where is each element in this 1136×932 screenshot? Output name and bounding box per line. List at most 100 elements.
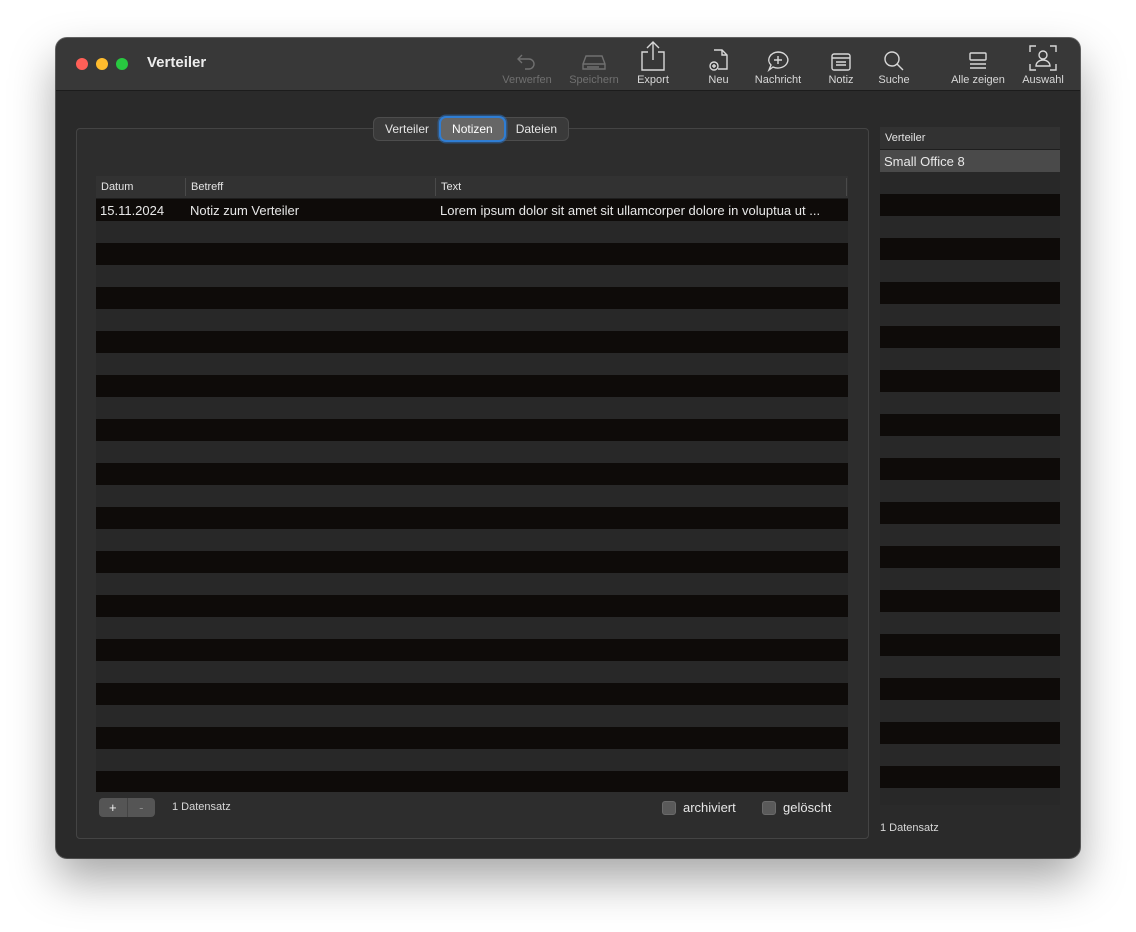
search-icon [884, 51, 904, 71]
undo-arrow-icon [517, 54, 535, 70]
empty-table-row [96, 529, 848, 551]
show-all-label: Alle zeigen [951, 74, 1005, 86]
share-icon [641, 41, 665, 71]
main-window: Verteiler Verwerfen Speichern Export Neu… [56, 38, 1080, 858]
empty-table-row [96, 617, 848, 639]
note-text-cell: Lorem ipsum dolor sit amet sit ullamcorp… [440, 203, 821, 218]
tab-verteiler[interactable]: Verteiler [374, 118, 440, 140]
column-separator[interactable] [435, 178, 436, 196]
empty-table-row [96, 353, 848, 375]
column-separator[interactable] [846, 178, 847, 196]
column-header-text[interactable]: Text [441, 181, 461, 193]
verteiler-name-cell: Small Office 8 [884, 154, 965, 169]
remove-note-button[interactable]: - [126, 798, 156, 817]
verteiler-list-body: Small Office 8 [880, 150, 1060, 805]
add-note-button[interactable]: + [99, 798, 127, 817]
empty-table-row [96, 595, 848, 617]
verteiler-list-header[interactable]: Verteiler [880, 127, 1060, 150]
empty-list-row [880, 238, 1060, 260]
column-header-subject[interactable]: Betreff [191, 181, 223, 193]
selection-button[interactable]: Auswahl [1020, 42, 1066, 88]
zoom-window-button[interactable] [116, 58, 128, 70]
message-add-icon [767, 51, 789, 72]
empty-table-row [96, 705, 848, 727]
empty-list-row [880, 766, 1060, 788]
empty-table-row [96, 221, 848, 243]
search-button[interactable]: Suche [876, 42, 912, 88]
empty-list-row [880, 524, 1060, 546]
empty-list-row [880, 656, 1060, 678]
deleted-checkbox-box[interactable] [762, 800, 776, 815]
note-button[interactable]: Notiz [824, 42, 858, 88]
verteiler-column-header: Verteiler [885, 132, 926, 144]
empty-table-row [96, 661, 848, 683]
list-item[interactable]: Small Office 8 [880, 150, 1060, 172]
empty-list-row [880, 568, 1060, 590]
drive-icon [582, 55, 606, 70]
export-label: Export [637, 74, 669, 86]
new-document-icon [708, 49, 728, 71]
new-label: Neu [708, 74, 729, 86]
empty-list-row [880, 590, 1060, 612]
window-title: Verteiler [147, 54, 207, 71]
empty-table-row [96, 441, 848, 463]
empty-table-row [96, 683, 848, 705]
empty-list-row [880, 260, 1060, 282]
empty-table-row [96, 749, 848, 771]
empty-table-row [96, 397, 848, 419]
empty-table-row [96, 485, 848, 507]
new-button[interactable]: Neu [701, 42, 736, 88]
archived-label: archiviert [683, 800, 736, 815]
note-icon [831, 53, 851, 71]
note-label: Notiz [828, 74, 854, 86]
close-window-button[interactable] [76, 58, 88, 70]
deleted-label: gelöscht [783, 800, 832, 815]
archived-checkbox-box[interactable] [662, 800, 676, 815]
empty-list-row [880, 480, 1060, 502]
column-separator[interactable] [185, 178, 186, 196]
empty-list-row [880, 612, 1060, 634]
notes-table: Datum Betreff Text 15.11.2024 Notiz zum … [96, 176, 848, 792]
empty-list-row [880, 370, 1060, 392]
save-label: Speichern [569, 74, 619, 86]
show-all-button[interactable]: Alle zeigen [948, 42, 1008, 88]
empty-table-row [96, 507, 848, 529]
empty-table-row [96, 551, 848, 573]
empty-table-row [96, 309, 848, 331]
empty-list-row [880, 326, 1060, 348]
empty-list-row [880, 458, 1060, 480]
empty-list-row [880, 700, 1060, 722]
note-subject-cell: Notiz zum Verteiler [190, 203, 300, 218]
search-label: Suche [878, 74, 910, 86]
archived-checkbox[interactable]: archiviert [662, 800, 736, 815]
empty-list-row [880, 282, 1060, 304]
notes-table-body: 15.11.2024 Notiz zum Verteiler Lorem ips… [96, 199, 848, 792]
empty-table-row [96, 573, 848, 595]
add-remove-control: + - [99, 798, 155, 817]
empty-list-row [880, 678, 1060, 700]
title-bar: Verteiler Verwerfen Speichern Export Neu… [56, 38, 1080, 91]
list-icon [969, 52, 987, 69]
message-button[interactable]: Nachricht [750, 42, 806, 88]
empty-list-row [880, 722, 1060, 744]
empty-list-row [880, 304, 1060, 326]
empty-list-row [880, 194, 1060, 216]
deleted-checkbox[interactable]: gelöscht [762, 800, 831, 815]
empty-list-row [880, 502, 1060, 524]
save-button[interactable]: Speichern [566, 42, 622, 88]
table-row[interactable]: 15.11.2024 Notiz zum Verteiler Lorem ips… [96, 199, 848, 221]
tab-dateien[interactable]: Dateien [505, 118, 568, 140]
notes-table-header: Datum Betreff Text [96, 176, 848, 199]
minimize-window-button[interactable] [96, 58, 108, 70]
empty-table-row [96, 727, 848, 749]
empty-list-row [880, 414, 1060, 436]
empty-table-row [96, 265, 848, 287]
empty-table-row [96, 639, 848, 661]
column-header-date[interactable]: Datum [101, 181, 133, 193]
export-button[interactable]: Export [633, 41, 673, 88]
tab-notizen[interactable]: Notizen [441, 118, 504, 140]
discard-button[interactable]: Verwerfen [500, 42, 554, 88]
notes-record-count: 1 Datensatz [172, 801, 231, 813]
empty-list-row [880, 788, 1060, 805]
empty-list-row [880, 436, 1060, 458]
